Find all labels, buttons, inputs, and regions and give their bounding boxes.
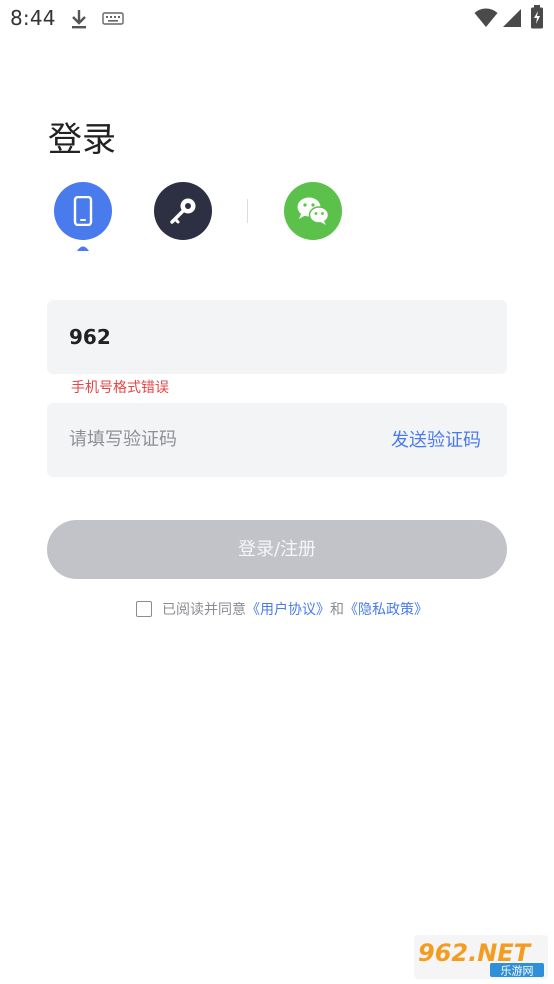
agreement-and: 和: [330, 602, 344, 618]
agreement-row: 已阅读并同意 《用户协议》 和 《隐私政策》: [136, 598, 428, 620]
status-bar: 8:44: [0, 0, 554, 38]
login-register-button[interactable]: 登录/注册: [47, 520, 507, 579]
keyboard-icon: [102, 12, 124, 25]
wifi-icon: [474, 8, 498, 27]
login-method-password-button[interactable]: [154, 182, 212, 240]
page-title: 登录: [48, 120, 116, 160]
selected-method-indicator: [77, 246, 89, 251]
send-code-button[interactable]: 发送验证码: [391, 403, 481, 477]
download-icon: [72, 10, 86, 29]
verification-code-input[interactable]: 请填写验证码 发送验证码: [47, 403, 507, 477]
watermark-text: 962.NET: [418, 939, 532, 967]
login-method-wechat-button[interactable]: [284, 182, 342, 240]
agreement-checkbox[interactable]: [136, 601, 152, 617]
method-divider: [247, 199, 248, 223]
phone-input[interactable]: 962: [47, 300, 507, 374]
signal-icon: [503, 9, 521, 27]
phone-input-value: 962: [69, 325, 111, 349]
privacy-policy-link[interactable]: 《隐私政策》: [344, 599, 428, 619]
phone-error-message: 手机号格式错误: [71, 380, 169, 396]
login-method-phone-button[interactable]: [54, 182, 112, 240]
phone-icon: [73, 196, 93, 226]
status-time: 8:44: [10, 6, 56, 30]
battery-charging-icon: [531, 5, 543, 29]
watermark-subtext: 乐游网: [501, 965, 534, 978]
key-icon: [170, 198, 196, 224]
user-agreement-link[interactable]: 《用户协议》: [246, 599, 330, 619]
agreement-prefix: 已阅读并同意: [162, 602, 246, 618]
wechat-icon: [297, 197, 330, 225]
verification-code-placeholder: 请填写验证码: [69, 429, 177, 450]
watermark-logo: 962.NET 乐游网: [414, 935, 548, 979]
